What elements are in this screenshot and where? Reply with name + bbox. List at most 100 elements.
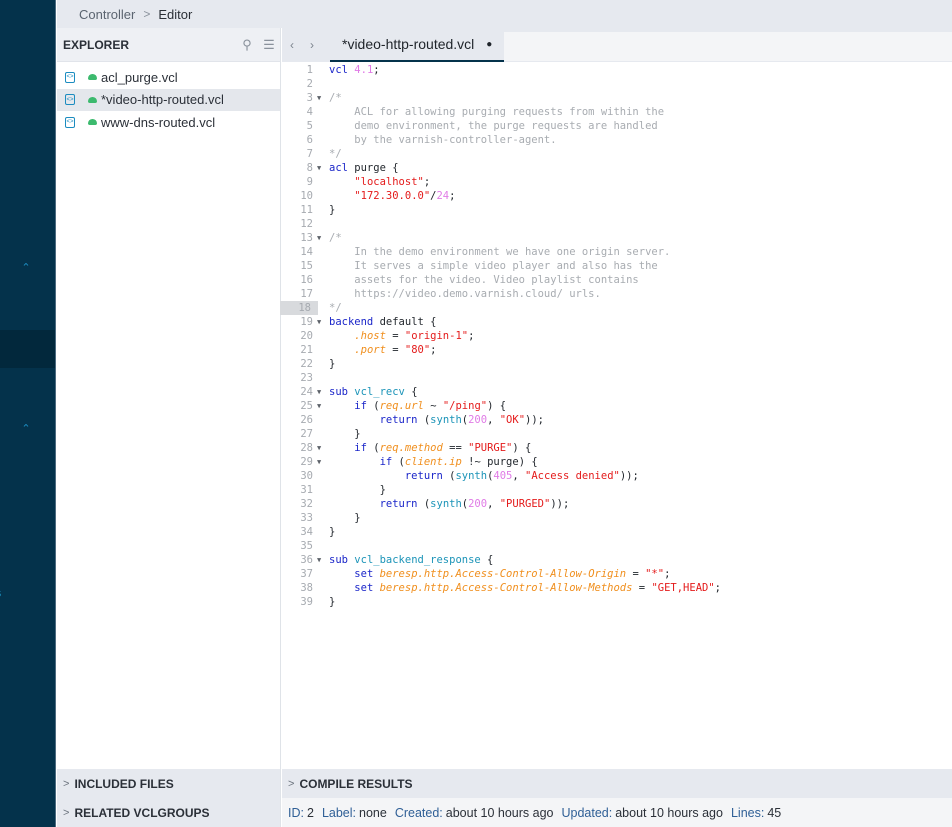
compile-results-section[interactable]: > COMPILE RESULTS bbox=[282, 769, 952, 798]
code-line[interactable]: 39} bbox=[282, 595, 952, 609]
line-number: 38 bbox=[300, 582, 313, 594]
code-line[interactable]: 18 */ bbox=[280, 301, 952, 315]
code-line[interactable]: 1 vcl 4.1; bbox=[282, 63, 952, 77]
code-line[interactable]: 25 ▼ if (req.url ~ "/ping") { bbox=[282, 399, 952, 413]
code-text: return (synth(200, "PURGED")); bbox=[379, 498, 570, 510]
code-text: if (req.method == "PURGE") { bbox=[354, 442, 532, 454]
code-line[interactable]: 5 demo environment, the purge requests a… bbox=[282, 119, 952, 133]
code-line[interactable]: 38 set beresp.http.Access-Control-Allow-… bbox=[282, 581, 952, 595]
code-line[interactable]: 24 ▼ sub vcl_recv { bbox=[282, 385, 952, 399]
code-text: assets for the video. Video playlist con… bbox=[329, 274, 639, 286]
line-number: 19 bbox=[300, 316, 313, 328]
file-name: www-dns-routed.vcl bbox=[101, 114, 216, 130]
file-item-selected[interactable]: <> *video-http-routed.vcl bbox=[57, 88, 280, 111]
chevron-up-icon[interactable]: ⌃ bbox=[20, 422, 32, 435]
code-line[interactable]: 2 bbox=[282, 77, 952, 91]
fold-arrow-icon[interactable]: ▼ bbox=[317, 399, 321, 413]
fold-arrow-icon[interactable]: ▼ bbox=[317, 231, 321, 245]
code-line[interactable]: 6 by the varnish-controller-agent. bbox=[282, 133, 952, 147]
tab-video-http-routed[interactable]: *video-http-routed.vcl ● bbox=[330, 28, 505, 62]
fold-arrow-icon[interactable]: ▼ bbox=[317, 315, 321, 329]
code-line[interactable]: 17 https://video.demo.varnish.cloud/ url… bbox=[282, 287, 952, 301]
code-text: return (synth(200, "OK")); bbox=[379, 414, 544, 426]
tab-bar: ‹ › *video-http-routed.vcl ● bbox=[282, 28, 952, 62]
code-line[interactable]: 27 } bbox=[282, 427, 952, 441]
breadcrumb: Controller > Editor bbox=[57, 0, 952, 28]
code-editor[interactable]: 1 vcl 4.1; 2 3 ▼/* 4 ACL for allowing purging… bbox=[280, 62, 952, 769]
code-line[interactable]: 31 } bbox=[282, 483, 952, 497]
code-line[interactable]: 21 .port = "80"; bbox=[282, 343, 952, 357]
code-line[interactable]: 19 ▼ backend default { bbox=[282, 315, 952, 329]
cloud-status-icon bbox=[88, 96, 97, 103]
file-item[interactable]: <> www-dns-routed.vcl bbox=[57, 111, 280, 134]
code-text: https://video.demo.varnish.cloud/ urls. bbox=[329, 288, 601, 300]
fold-arrow-icon[interactable]: ▼ bbox=[317, 385, 321, 399]
nav-item-label[interactable]: s bbox=[0, 585, 1, 600]
nav-active-item[interactable] bbox=[0, 330, 55, 368]
breadcrumb-controller[interactable]: Controller bbox=[79, 7, 135, 22]
file-list: <> acl_purge.vcl <> *video-http-routed.v… bbox=[57, 62, 280, 134]
line-number: 3 bbox=[306, 92, 313, 104]
code-line[interactable]: 11} bbox=[282, 203, 952, 217]
code-text: } bbox=[329, 526, 336, 538]
code-line[interactable]: 7 */ bbox=[282, 147, 952, 161]
line-number: 8 bbox=[306, 162, 313, 174]
code-line[interactable]: 15 It serves a simple video player and a… bbox=[282, 259, 952, 273]
code-line[interactable]: 9 "localhost"; bbox=[282, 175, 952, 189]
code-line[interactable]: 33 } bbox=[282, 511, 952, 525]
code-line[interactable]: 29 ▼ if (client.ip !~ purge) { bbox=[282, 455, 952, 469]
code-line[interactable]: 13 ▼ /* bbox=[282, 231, 952, 245]
code-text: } bbox=[329, 596, 336, 608]
chevron-right-icon[interactable]: › bbox=[302, 28, 322, 62]
code-line[interactable]: 37 set beresp.http.Access-Control-Allow-… bbox=[282, 567, 952, 581]
line-number: 18 bbox=[280, 301, 318, 315]
chevron-up-icon[interactable]: ⌃ bbox=[20, 261, 32, 274]
file-code-icon: <> bbox=[65, 94, 75, 106]
code-line[interactable]: 22} bbox=[282, 357, 952, 371]
code-text: if (req.url ~ "/ping") { bbox=[354, 400, 507, 412]
line-number: 33 bbox=[300, 512, 313, 524]
menu-icon[interactable]: ☰ bbox=[258, 37, 280, 53]
code-text: sub vcl_recv { bbox=[329, 386, 418, 398]
fold-arrow-icon[interactable]: ▼ bbox=[317, 441, 321, 455]
code-line[interactable]: 14 In the demo environment we have one o… bbox=[282, 245, 952, 259]
updated-value: about 10 hours ago bbox=[615, 805, 723, 820]
included-files-section[interactable]: > INCLUDED FILES bbox=[57, 769, 280, 798]
unsaved-dot-icon[interactable]: ● bbox=[486, 39, 492, 50]
file-item[interactable]: <> acl_purge.vcl bbox=[57, 66, 280, 89]
code-line[interactable]: 20 .host = "origin-1"; bbox=[282, 329, 952, 343]
line-number: 6 bbox=[306, 134, 313, 146]
code-text: /* bbox=[329, 232, 342, 244]
code-line[interactable]: 4 ACL for allowing purging requests from… bbox=[282, 105, 952, 119]
code-line[interactable]: 16 assets for the video. Video playlist … bbox=[282, 273, 952, 287]
code-line[interactable]: 35 bbox=[282, 539, 952, 553]
code-line[interactable]: 10 "172.30.0.0"/24; bbox=[282, 189, 952, 203]
line-number: 14 bbox=[300, 246, 313, 258]
code-line[interactable]: 32 return (synth(200, "PURGED")); bbox=[282, 497, 952, 511]
code-line[interactable]: 30 return (synth(405, "Access denied")); bbox=[282, 469, 952, 483]
code-text: } bbox=[329, 428, 361, 440]
status-bar: ID: 2 Label: none Created: about 10 hour… bbox=[282, 798, 952, 827]
fold-arrow-icon[interactable]: ▼ bbox=[317, 455, 321, 469]
code-line[interactable]: 3 ▼ /* bbox=[282, 91, 952, 105]
code-line[interactable]: 28 ▼ if (req.method == "PURGE") { bbox=[282, 441, 952, 455]
fold-arrow-icon[interactable]: ▼ bbox=[317, 553, 321, 567]
fold-arrow-icon[interactable]: ▼ bbox=[317, 161, 321, 175]
code-line[interactable]: 23 bbox=[282, 371, 952, 385]
line-number: 31 bbox=[300, 484, 313, 496]
code-line[interactable]: 34} bbox=[282, 525, 952, 539]
code-line[interactable]: 12 bbox=[282, 217, 952, 231]
code-text: /* bbox=[329, 92, 342, 104]
line-number: 20 bbox=[300, 330, 313, 342]
search-icon[interactable]: ⚲ bbox=[236, 37, 258, 53]
code-line[interactable]: 36 ▼ sub vcl_backend_response { bbox=[282, 553, 952, 567]
related-vclgroups-section[interactable]: > RELATED VCLGROUPS bbox=[57, 798, 280, 827]
fold-arrow-icon[interactable]: ▼ bbox=[317, 91, 321, 105]
chevron-left-icon[interactable]: ‹ bbox=[282, 28, 302, 62]
updated-label: Updated: bbox=[561, 805, 613, 820]
line-number: 39 bbox=[300, 596, 313, 608]
code-line[interactable]: 8 ▼ acl purge { bbox=[282, 161, 952, 175]
code-line[interactable]: 26 return (synth(200, "OK")); bbox=[282, 413, 952, 427]
code-text: if (client.ip !~ purge) { bbox=[379, 456, 538, 468]
file-name: acl_purge.vcl bbox=[101, 69, 178, 85]
